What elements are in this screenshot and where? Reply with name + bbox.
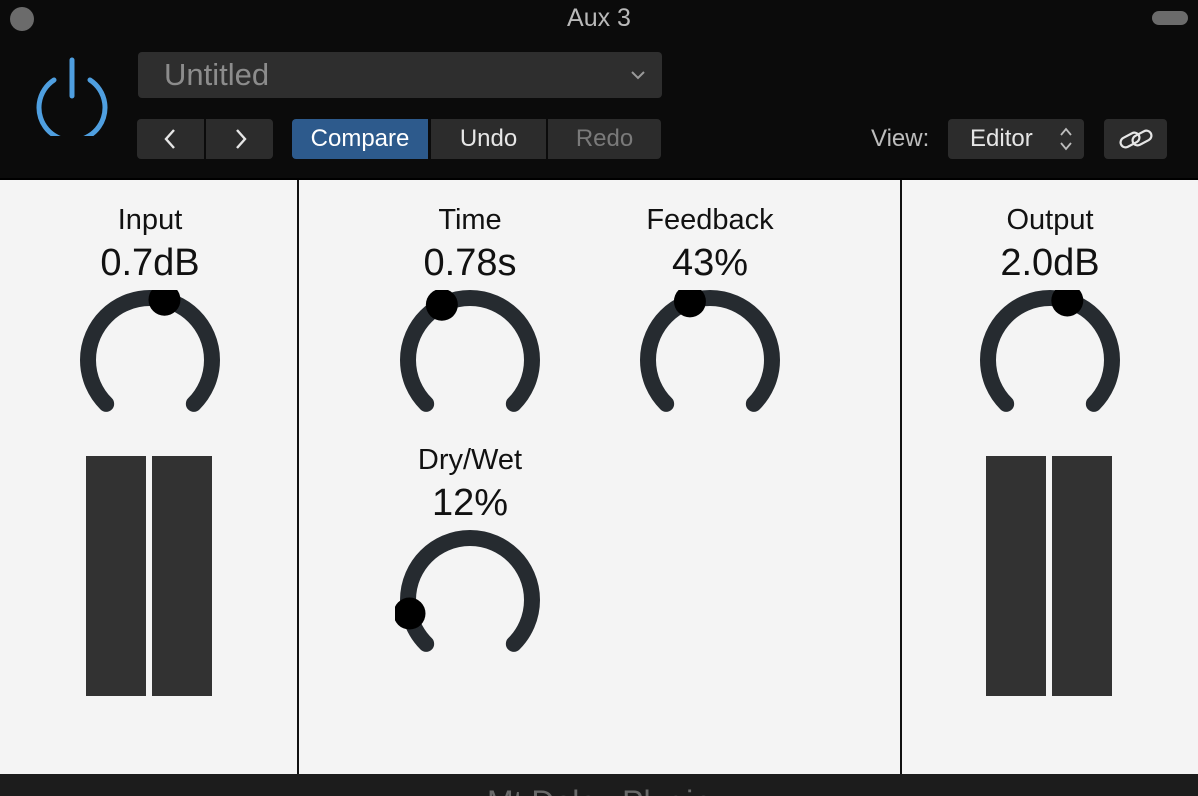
up-down-chevron-icon	[1060, 127, 1072, 151]
power-button[interactable]	[32, 56, 112, 144]
time-label: Time	[438, 204, 502, 236]
section-divider	[297, 180, 299, 776]
input-value: 0.7dB	[100, 242, 200, 284]
link-icon	[1119, 129, 1153, 149]
plugin-panel: Input 0.7dB Time 0.78s Feedback 43% Dry/…	[0, 178, 1198, 776]
drywet-value: 12%	[431, 482, 509, 524]
time-value: 0.78s	[423, 242, 517, 284]
chevron-down-icon	[631, 71, 645, 80]
view-label: View:	[871, 125, 930, 152]
undo-button[interactable]: Undo	[431, 119, 546, 159]
output-label: Output	[1006, 204, 1094, 236]
power-icon	[36, 57, 108, 144]
output-knob[interactable]	[975, 290, 1125, 430]
preset-name: Untitled	[164, 57, 270, 92]
output-value: 2.0dB	[1000, 242, 1100, 284]
window-title: Aux 3	[567, 4, 631, 32]
knob-indicator[interactable]	[395, 597, 426, 630]
redo-button[interactable]: Redo	[548, 119, 661, 159]
plugin-name-bar: Mt Delay Plugin	[0, 774, 1198, 796]
knob-track	[400, 290, 540, 412]
output-meter-right	[1052, 456, 1112, 696]
feedback-knob[interactable]	[635, 290, 785, 430]
feedback-label: Feedback	[646, 204, 774, 236]
feedback-value: 43%	[671, 242, 749, 284]
drywet-label: Dry/Wet	[417, 444, 523, 476]
knob-track	[640, 290, 780, 412]
preset-selector[interactable]: Untitled	[138, 52, 662, 98]
input-meter-right	[152, 456, 212, 696]
link-button[interactable]	[1104, 119, 1167, 159]
compare-button[interactable]: Compare	[292, 119, 428, 159]
time-knob[interactable]	[395, 290, 545, 430]
view-value: Editor	[970, 125, 1033, 152]
section-divider	[900, 180, 902, 776]
input-label: Input	[117, 204, 183, 236]
input-knob[interactable]	[75, 290, 225, 430]
previous-preset-button[interactable]	[137, 119, 204, 159]
next-preset-button[interactable]	[206, 119, 273, 159]
view-selector[interactable]: Editor	[948, 119, 1084, 159]
knob-track	[400, 530, 540, 652]
input-meter-left	[86, 456, 146, 696]
output-meter-left	[986, 456, 1046, 696]
knob-indicator[interactable]	[425, 290, 458, 321]
knob-track	[980, 290, 1120, 412]
knob-track	[80, 290, 220, 412]
chevron-left-icon	[163, 129, 175, 149]
drywet-knob[interactable]	[395, 530, 545, 670]
window-collapse-button[interactable]	[1152, 11, 1188, 25]
chevron-right-icon	[235, 129, 247, 149]
plugin-name: Mt Delay Plugin	[0, 784, 1198, 796]
